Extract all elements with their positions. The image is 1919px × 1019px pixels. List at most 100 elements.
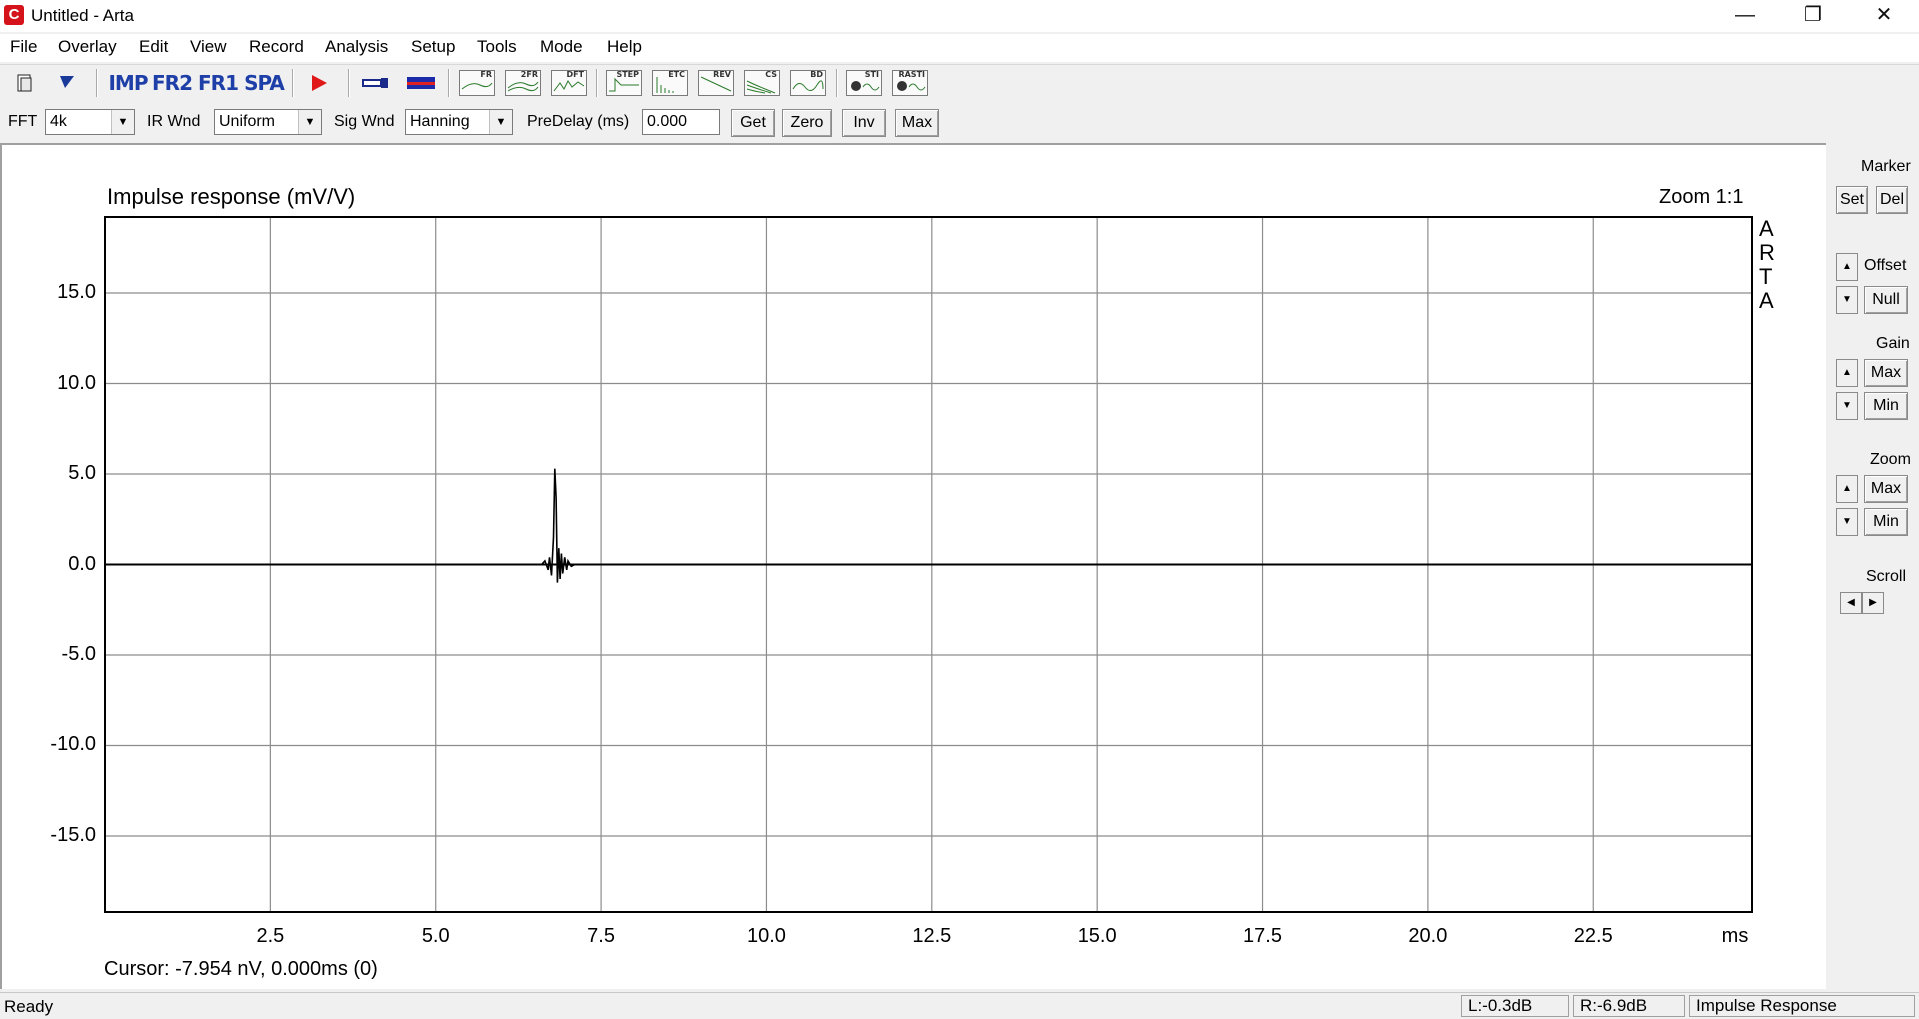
cs-graph-button[interactable]: CS	[744, 69, 780, 97]
arta-app-icon[interactable]: C	[4, 5, 24, 25]
scroll-left-button[interactable]: ◀	[1840, 592, 1862, 614]
invert-button[interactable]: Inv	[842, 109, 886, 137]
probe-button[interactable]	[360, 69, 392, 97]
x-tick-label: 15.0	[1077, 925, 1117, 947]
play-icon	[312, 75, 327, 91]
rev-graph-button[interactable]: REV	[698, 69, 734, 97]
arrow-up-icon: ▲	[1842, 483, 1852, 494]
get-button[interactable]: Get	[731, 109, 775, 137]
ir-wnd-label: IR Wnd	[147, 113, 201, 130]
fft-label: FFT	[8, 113, 38, 130]
zoom-max-button[interactable]: Max	[1864, 475, 1908, 503]
chevron-down-icon[interactable]: ▼	[489, 110, 512, 134]
menu-file[interactable]: File	[10, 37, 37, 57]
zero-button[interactable]: Zero	[782, 109, 832, 137]
restore-button[interactable]: ❐	[1778, 0, 1848, 32]
arrow-down-icon: ▼	[1842, 294, 1852, 305]
fft-size-select[interactable]: 4k ▼	[45, 109, 135, 135]
toolbar-separator	[96, 69, 98, 97]
signal-window-select[interactable]: Hanning ▼	[405, 109, 513, 135]
imp-label: IMP	[108, 71, 148, 95]
zoom-min-button[interactable]: Min	[1864, 508, 1908, 536]
offset-up-button[interactable]: ▲	[1836, 253, 1858, 281]
menu-setup[interactable]: Setup	[411, 37, 455, 57]
fr-graph-button[interactable]: FR	[459, 69, 495, 97]
marker-del-button[interactable]: Del	[1876, 186, 1908, 214]
plot-title: Impulse response (mV/V)	[107, 184, 356, 209]
graph-panel[interactable]	[0, 143, 1826, 989]
offset-label: Offset	[1864, 257, 1907, 274]
max-button[interactable]: Max	[895, 109, 939, 137]
step-graph-button[interactable]: STEP	[606, 69, 642, 97]
scroll-right-button[interactable]: ▶	[1862, 592, 1884, 614]
etc-graph-icon: ETC	[652, 70, 688, 96]
fr2-mode-button[interactable]: FR2	[152, 69, 193, 97]
offset-down-button[interactable]: ▼	[1836, 286, 1858, 314]
2fr-graph-button[interactable]: 2FR	[505, 69, 541, 97]
close-button[interactable]: ✕	[1849, 0, 1919, 32]
left-level-readout: L:-0.3dB	[1461, 995, 1569, 1017]
status-bar: Ready L:-0.3dB R:-6.9dB Impulse Response	[0, 992, 1919, 1019]
gain-min-button[interactable]: Min	[1864, 392, 1908, 420]
menu-edit[interactable]: Edit	[139, 37, 168, 57]
gain-max-button[interactable]: Max	[1864, 359, 1908, 387]
gain-label: Gain	[1876, 335, 1910, 352]
chevron-down-icon[interactable]: ▼	[111, 110, 134, 134]
marker-set-button[interactable]: Set	[1836, 186, 1868, 214]
step-graph-icon: STEP	[606, 70, 642, 96]
toolbar: IMP FR2 FR1 SPA FR 2FR DFT STEP ETC REV	[0, 64, 1919, 101]
generator-icon	[407, 77, 435, 89]
menu-record[interactable]: Record	[249, 37, 304, 57]
arta-watermark-letter: R	[1759, 240, 1775, 265]
dft-graph-button[interactable]: DFT	[551, 69, 587, 97]
arrow-down-icon: ▼	[1842, 516, 1852, 527]
fft-size-value: 4k	[50, 113, 67, 130]
bd-graph-button[interactable]: BD	[790, 69, 826, 97]
signal-window-value: Hanning	[410, 113, 470, 130]
cursor-mode-button[interactable]	[52, 69, 82, 97]
cs-graph-icon: CS	[744, 70, 780, 96]
options-bar: FFT 4k ▼ IR Wnd Uniform ▼ Sig Wnd Hannin…	[0, 104, 1919, 140]
x-tick-label: 17.5	[1243, 925, 1282, 947]
right-level-readout: R:-6.9dB	[1573, 995, 1685, 1017]
cursor-readout: Cursor: -7.954 nV, 0.000ms (0)	[104, 958, 378, 980]
x-tick-label: 20.0	[1408, 925, 1448, 947]
record-button[interactable]	[304, 69, 334, 97]
zoom-up-button[interactable]: ▲	[1836, 475, 1858, 503]
x-axis-unit: ms	[1721, 925, 1749, 947]
chevron-down-icon[interactable]: ▼	[298, 110, 321, 134]
menu-view[interactable]: View	[190, 37, 227, 57]
spa-mode-button[interactable]: SPA	[244, 69, 285, 97]
ir-window-value: Uniform	[219, 113, 276, 130]
y-tick-label: -5.0	[61, 642, 96, 665]
bd-graph-icon: BD	[790, 70, 826, 96]
sti-button[interactable]: STI	[846, 69, 882, 97]
mode-readout: Impulse Response	[1689, 995, 1915, 1017]
new-file-button[interactable]	[10, 69, 40, 97]
minimize-button[interactable]: —	[1710, 0, 1780, 32]
generator-button[interactable]	[404, 69, 438, 97]
menu-help[interactable]: Help	[607, 37, 642, 57]
arrow-up-icon: ▲	[1842, 261, 1852, 272]
predelay-input[interactable]: 0.000	[642, 109, 720, 135]
menu-analysis[interactable]: Analysis	[325, 37, 388, 57]
fr1-mode-button[interactable]: FR1	[198, 69, 239, 97]
y-tick-label: 5.0	[68, 462, 96, 484]
new-file-icon	[17, 74, 32, 92]
etc-graph-button[interactable]: ETC	[652, 69, 688, 97]
pointer-icon	[60, 76, 74, 88]
menu-mode[interactable]: Mode	[540, 37, 583, 57]
zoom-down-button[interactable]: ▼	[1836, 508, 1858, 536]
arrow-right-icon: ▶	[1869, 597, 1877, 608]
toolbar-separator	[448, 69, 450, 97]
gain-down-button[interactable]: ▼	[1836, 392, 1858, 420]
offset-null-button[interactable]: Null	[1864, 286, 1908, 314]
gain-up-button[interactable]: ▲	[1836, 359, 1858, 387]
ir-window-select[interactable]: Uniform ▼	[214, 109, 322, 135]
window-title: Untitled - Arta	[31, 6, 134, 25]
rasti-button[interactable]: RASTI	[892, 69, 928, 97]
status-text: Ready	[4, 997, 54, 1016]
menu-tools[interactable]: Tools	[477, 37, 517, 57]
imp-mode-button[interactable]: IMP	[108, 69, 148, 97]
menu-overlay[interactable]: Overlay	[58, 37, 117, 57]
